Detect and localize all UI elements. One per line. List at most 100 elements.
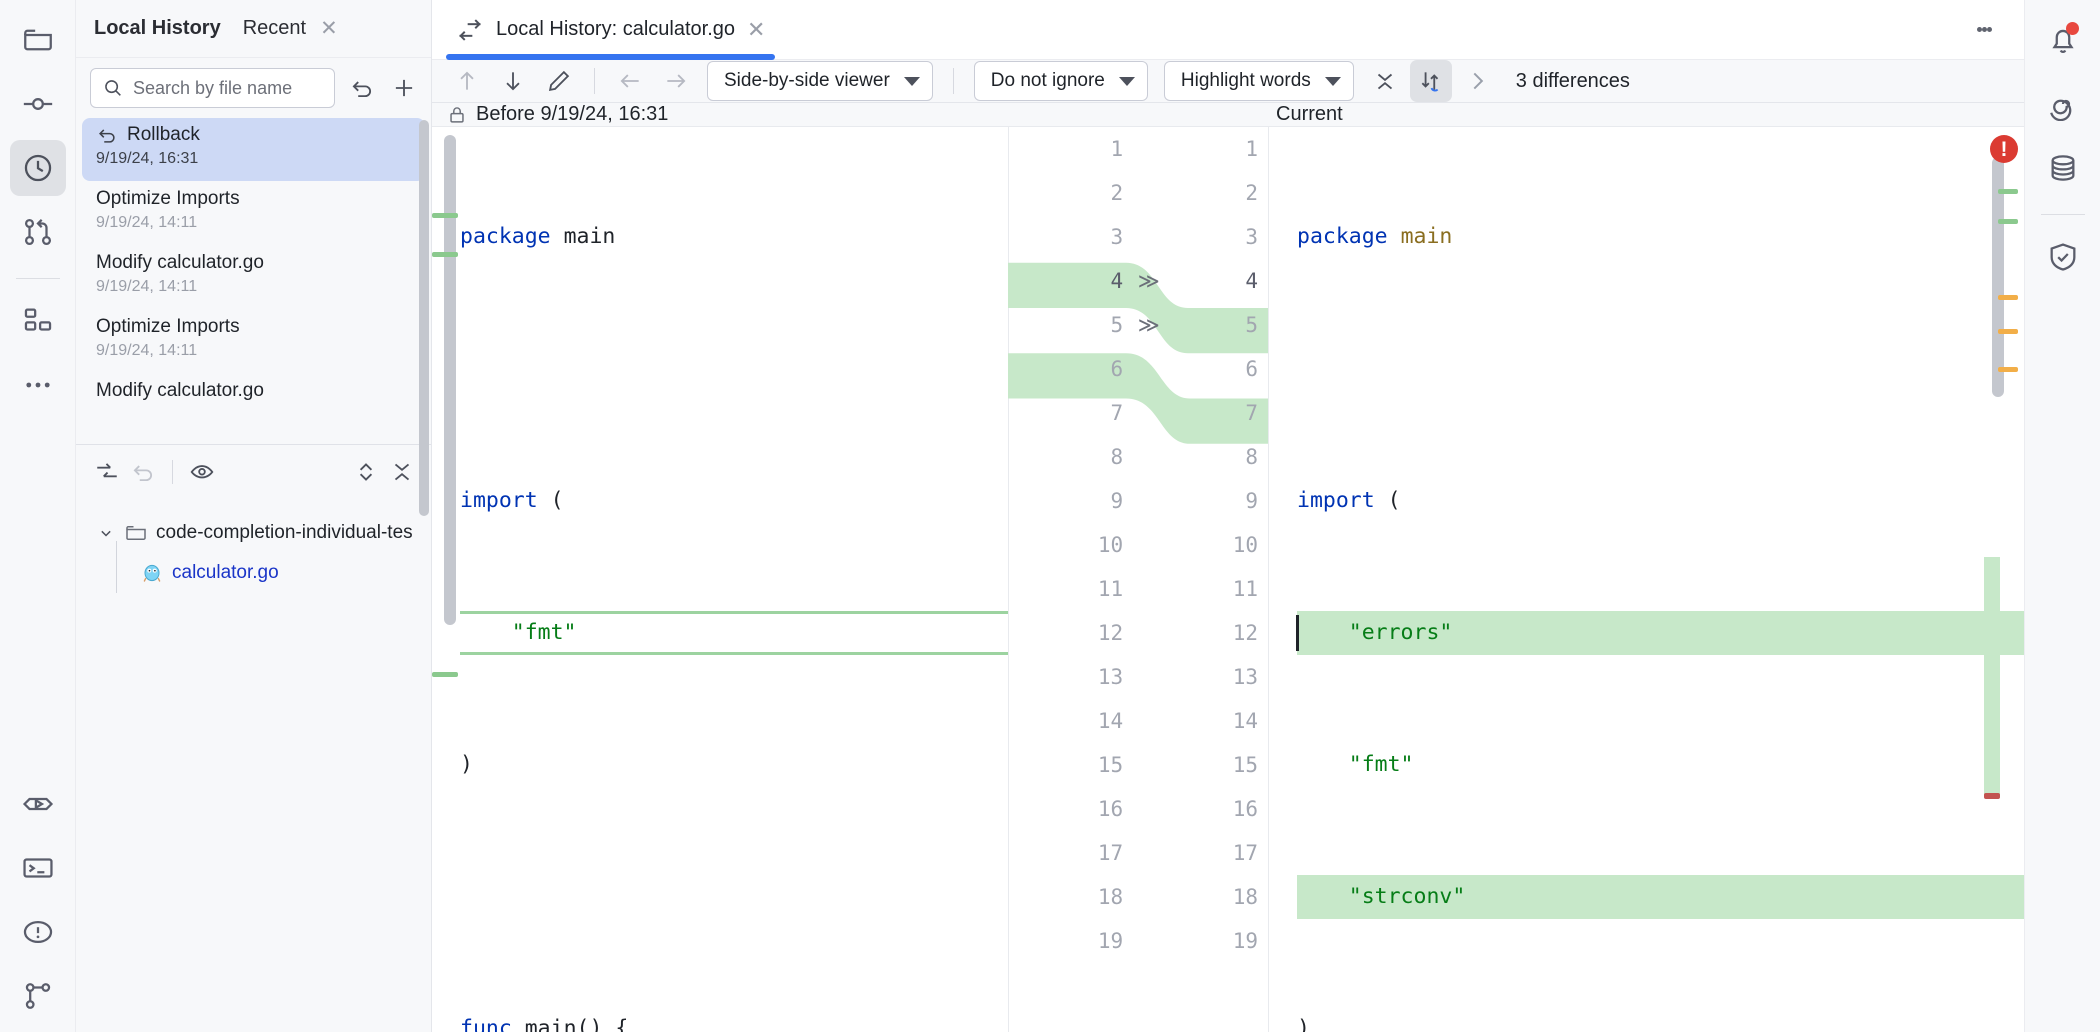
- commit-icon[interactable]: [10, 76, 66, 132]
- list-item[interactable]: Optimize Imports 9/19/24, 14:11: [82, 310, 425, 373]
- revision-title: Optimize Imports: [96, 316, 413, 338]
- close-icon[interactable]: ✕: [320, 18, 338, 39]
- go-file-icon: [140, 561, 164, 585]
- search-input[interactable]: Search by file name: [90, 68, 335, 108]
- left-scroll-thumb[interactable]: [444, 135, 456, 625]
- diff-right-code[interactable]: package main import ( "errors" "fmt" "st…: [1268, 127, 2024, 1032]
- diff-gutter[interactable]: 11 22 33 4≫4 5≫5 66 77 88 99 1010 1111 1…: [1008, 127, 1268, 1032]
- highlight-mode-dropdown[interactable]: Highlight words: [1164, 61, 1354, 101]
- warning-marker: [1998, 295, 2018, 300]
- tree-file-label[interactable]: calculator.go: [172, 562, 279, 584]
- error-badge[interactable]: !: [1990, 135, 2018, 163]
- previous-difference-icon[interactable]: [446, 60, 488, 102]
- list-item[interactable]: Rollback 9/19/24, 16:31: [82, 118, 425, 181]
- revert-selection-icon[interactable]: [128, 457, 158, 487]
- change-marker: [1998, 189, 2018, 194]
- local-history-diff-icon: [456, 16, 484, 44]
- accept-change-row[interactable]: 4≫4: [1008, 259, 1268, 303]
- ignore-mode-label: Do not ignore: [991, 70, 1105, 92]
- list-item[interactable]: Modify calculator.go 9/19/24, 14:11: [82, 246, 425, 309]
- pull-requests-icon[interactable]: [10, 204, 66, 260]
- file-tree[interactable]: code-completion-individual-tes calculato…: [76, 499, 431, 593]
- forward-icon[interactable]: [655, 60, 697, 102]
- kebab-menu-icon[interactable]: [1962, 8, 2006, 52]
- diff-left-code[interactable]: package main import ( "fmt" ) func main(…: [432, 127, 1008, 1032]
- editor-tabbar: Local History: calculator.go ✕: [432, 0, 2024, 60]
- right-editor-scrollbar[interactable]: [2002, 127, 2014, 1032]
- accept-change-row[interactable]: 5≫5: [1008, 303, 1268, 347]
- editor-tab-title: Local History: calculator.go: [496, 18, 735, 41]
- history-scrollbar[interactable]: [419, 120, 429, 516]
- search-icon: [102, 77, 124, 99]
- collapse-all-icon[interactable]: [387, 457, 417, 487]
- list-item[interactable]: Optimize Imports 9/19/24, 14:11: [82, 182, 425, 245]
- revision-list[interactable]: Rollback 9/19/24, 16:31 Optimize Imports…: [76, 118, 431, 438]
- left-editor-scrollbar[interactable]: [438, 127, 450, 1032]
- show-diff-icon[interactable]: [92, 457, 122, 487]
- folder-icon: [124, 521, 148, 545]
- ignore-mode-dropdown[interactable]: Do not ignore: [974, 61, 1148, 101]
- next-difference-icon[interactable]: [492, 60, 534, 102]
- problems-icon[interactable]: [10, 904, 66, 960]
- revert-button[interactable]: [347, 73, 377, 103]
- plugins-icon[interactable]: [10, 293, 66, 349]
- ide-window: Local History Recent ✕ Search by file na…: [0, 0, 2100, 1032]
- revision-title-row: Rollback: [96, 124, 413, 146]
- tab-local-history[interactable]: Local History: [94, 17, 221, 40]
- toolbar-divider: [953, 68, 954, 94]
- run-icon[interactable]: [10, 776, 66, 832]
- add-label-button[interactable]: [389, 73, 419, 103]
- notification-badge: [2066, 22, 2079, 35]
- ai-assistant-icon[interactable]: [2035, 76, 2091, 132]
- tree-row[interactable]: code-completion-individual-tes: [76, 513, 431, 553]
- history-search-row: Search by file name: [76, 58, 431, 118]
- error-marker: [1984, 793, 2000, 799]
- collapse-unchanged-icon[interactable]: [1364, 60, 1406, 102]
- left-activity-bar: [0, 0, 76, 1032]
- local-history-panel: Local History Recent ✕ Search by file na…: [76, 0, 432, 1032]
- history-icon[interactable]: [10, 140, 66, 196]
- preview-icon[interactable]: [187, 457, 217, 487]
- change-marker: [1998, 219, 2018, 224]
- editor-tab-local-history-diff[interactable]: Local History: calculator.go ✕: [432, 0, 787, 60]
- diff-toolbar: Side-by-side viewer Do not ignore Highli…: [432, 60, 2024, 103]
- revision-title: Optimize Imports: [96, 188, 413, 210]
- tree-row[interactable]: calculator.go: [76, 553, 431, 593]
- warning-marker: [1998, 329, 2018, 334]
- synchronize-scrolling-icon[interactable]: [1410, 60, 1452, 102]
- project-icon[interactable]: [10, 12, 66, 68]
- revision-title: Modify calculator.go: [96, 252, 413, 274]
- right-activity-bar: [2024, 0, 2100, 1032]
- terminal-icon[interactable]: [10, 840, 66, 896]
- accept-change-icon[interactable]: ≫: [1129, 313, 1168, 337]
- revision-date: 9/19/24, 14:11: [96, 278, 413, 296]
- database-icon[interactable]: [2035, 140, 2091, 196]
- search-placeholder: Search by file name: [133, 78, 292, 99]
- diff-body: package main import ( "fmt" ) func main(…: [432, 127, 2024, 1032]
- accept-change-icon[interactable]: ≫: [1129, 269, 1168, 293]
- tab-recent[interactable]: Recent: [243, 17, 306, 40]
- added-line: "strconv": [1297, 875, 2024, 919]
- diff-left-pane[interactable]: package main import ( "fmt" ) func main(…: [432, 127, 1008, 1032]
- list-item[interactable]: Modify calculator.go: [82, 374, 425, 437]
- diff-right-header: Current: [1268, 103, 2024, 126]
- more-tool-windows-icon[interactable]: [10, 357, 66, 413]
- chevron-down-icon[interactable]: [96, 523, 116, 543]
- chevron-right-icon[interactable]: [1456, 60, 1498, 102]
- revision-date: 9/19/24, 14:11: [96, 342, 413, 360]
- change-marker: [432, 213, 458, 218]
- diff-left-title: Before 9/19/24, 16:31: [476, 103, 668, 126]
- expand-collapse-icon[interactable]: [351, 457, 381, 487]
- chevron-down-icon: [1119, 77, 1135, 86]
- notifications-icon[interactable]: [2035, 12, 2091, 68]
- diff-right-pane[interactable]: package main import ( "errors" "fmt" "st…: [1268, 127, 2024, 1032]
- diff-pane-headers: Before 9/19/24, 16:31 Current: [432, 103, 2024, 127]
- history-tabbar: Local History Recent ✕: [76, 0, 431, 58]
- version-control-icon[interactable]: [10, 968, 66, 1024]
- edit-source-icon[interactable]: [538, 60, 580, 102]
- revision-date: 9/19/24, 14:11: [96, 214, 413, 232]
- viewer-mode-dropdown[interactable]: Side-by-side viewer: [707, 61, 933, 101]
- back-icon[interactable]: [609, 60, 651, 102]
- shield-icon[interactable]: [2035, 229, 2091, 285]
- close-icon[interactable]: ✕: [747, 19, 765, 41]
